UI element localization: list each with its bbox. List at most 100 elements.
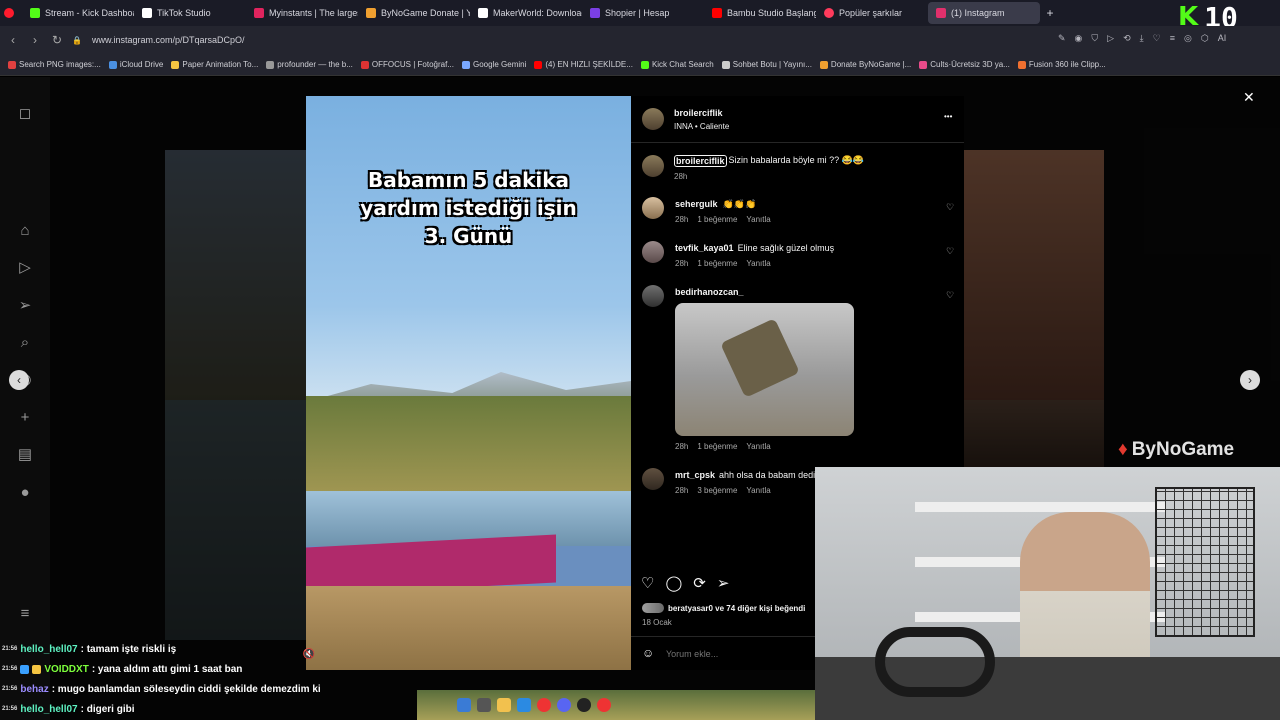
emoji-picker-icon[interactable]: ☺ xyxy=(642,646,654,660)
liked-by-text[interactable]: beratyasar0 ve 74 diğer kişi beğendi xyxy=(668,604,814,613)
commenter-avatar[interactable] xyxy=(642,155,664,177)
windows-start-icon[interactable] xyxy=(457,698,471,712)
forward-arrow-icon[interactable]: › xyxy=(24,33,46,47)
obs-icon[interactable] xyxy=(577,698,591,712)
opera-logo-icon[interactable] xyxy=(0,2,22,24)
more-menu-icon[interactable]: ≡ xyxy=(16,605,34,623)
opera-icon[interactable] xyxy=(537,698,551,712)
bookmark-item[interactable]: Paper Animation To... xyxy=(171,60,258,69)
direct-messages-icon[interactable]: ➢ xyxy=(16,297,34,315)
webcam-headphones xyxy=(875,627,995,697)
download-icon[interactable]: ⤓ xyxy=(1140,33,1144,44)
commenter-avatar[interactable] xyxy=(642,468,664,490)
back-arrow-icon[interactable]: ‹ xyxy=(2,33,24,47)
repost-icon[interactable]: ⟳ xyxy=(693,574,706,592)
create-icon[interactable]: + xyxy=(16,409,34,427)
bookmark-item[interactable]: profounder — the b... xyxy=(266,60,353,69)
play-icon[interactable]: ▷ xyxy=(1107,33,1114,44)
menu-icon[interactable]: ≡ xyxy=(1170,33,1175,44)
comment-username[interactable]: broilerciflik xyxy=(674,155,727,167)
author-username[interactable]: broilerciflik xyxy=(674,108,723,118)
like-comment-heart-icon[interactable]: ♡ xyxy=(946,246,954,257)
discord-icon[interactable] xyxy=(557,698,571,712)
edit-icon[interactable]: ✎ xyxy=(1058,33,1066,44)
bookmark-item[interactable]: Donate ByNoGame |... xyxy=(819,60,911,69)
bookmark-item[interactable]: Google Gemini xyxy=(462,60,526,69)
comment-likes[interactable]: 1 beğenme xyxy=(697,442,737,451)
camera-icon[interactable]: ◉ xyxy=(1075,33,1083,44)
post-video[interactable]: Babamın 5 dakika yardım istediği işin 3.… xyxy=(306,96,631,670)
notification-icon[interactable] xyxy=(597,698,611,712)
dashboard-icon[interactable]: ▤ xyxy=(16,446,34,464)
bookmark-item[interactable]: Cults·Ücretsiz 3D ya... xyxy=(919,60,1010,69)
commenter-avatar[interactable] xyxy=(642,285,664,307)
reply-button[interactable]: Yanıtla xyxy=(746,442,770,451)
tab-myinstants[interactable]: Myinstants | The largest in xyxy=(246,2,358,24)
like-comment-heart-icon[interactable]: ♡ xyxy=(946,290,954,301)
commenter-avatar[interactable] xyxy=(642,241,664,263)
tab-populer-sarkilar[interactable]: Popüler şarkılar xyxy=(816,2,928,24)
comment-bubble-icon[interactable]: ◯ xyxy=(665,574,682,592)
like-heart-icon[interactable]: ♡ xyxy=(641,574,654,592)
comment-gif-image[interactable] xyxy=(675,303,854,436)
comment-username[interactable]: bedirhanozcan_ xyxy=(675,287,744,297)
music-icon xyxy=(824,8,834,18)
instagram-logo-icon[interactable]: ◻ xyxy=(16,105,34,123)
reply-button[interactable]: Yanıtla xyxy=(746,259,770,268)
chat-username: hello_hell07 xyxy=(20,643,78,655)
previous-post-arrow-icon[interactable]: ‹ xyxy=(9,370,29,390)
url-text: www.instagram.com/p/DTqarsaDCpO/ xyxy=(91,35,245,45)
new-tab-button[interactable]: + xyxy=(1040,2,1060,24)
next-post-arrow-icon[interactable]: › xyxy=(1240,370,1260,390)
extensions-icon[interactable]: ⬡ xyxy=(1201,33,1209,44)
bookmark-item[interactable]: iCloud Drive xyxy=(108,60,163,69)
comment-likes[interactable]: 3 beğenme xyxy=(697,486,737,495)
search-icon[interactable] xyxy=(477,698,491,712)
folder-icon[interactable] xyxy=(497,698,511,712)
comment-username[interactable]: sehergulk xyxy=(675,199,718,210)
tiktok-icon xyxy=(142,8,152,18)
profile-icon[interactable]: ◎ xyxy=(1184,33,1192,44)
comment-username[interactable]: tevfik_kaya01 xyxy=(675,243,734,253)
close-modal-button[interactable]: ✕ xyxy=(1243,89,1255,106)
bookmark-item[interactable]: Search PNG images:... xyxy=(8,60,101,69)
reels-icon[interactable]: ▷ xyxy=(16,259,34,277)
store-icon[interactable] xyxy=(517,698,531,712)
video-hills xyxy=(306,396,631,506)
tab-bambu-studio[interactable]: Bambu Studio Başlangıç E xyxy=(704,2,816,24)
home-icon[interactable]: ⌂ xyxy=(16,222,34,240)
comment-username[interactable]: mrt_cpsk xyxy=(675,470,715,480)
author-avatar[interactable] xyxy=(642,108,664,130)
like-comment-heart-icon[interactable]: ♡ xyxy=(946,202,954,213)
reply-button[interactable]: Yanıtla xyxy=(746,486,770,495)
bookmark-item[interactable]: Fusion 360 ile Clipp... xyxy=(1017,60,1106,69)
bookmark-item[interactable]: Kick Chat Search xyxy=(640,60,714,69)
tab-tiktok-studio[interactable]: TikTok Studio xyxy=(134,2,246,24)
comment-likes[interactable]: 1 beğenme xyxy=(697,215,737,224)
commenter-avatar[interactable] xyxy=(642,197,664,219)
bookmark-item[interactable]: (4) EN HIZLI ŞEKİLDE... xyxy=(534,60,633,69)
ai-button[interactable]: AI xyxy=(1218,33,1227,44)
tab-bynogame-donate[interactable]: ByNoGame Donate | Yayın xyxy=(358,2,470,24)
tab-kick-dashboard[interactable]: Stream - Kick Dashboard xyxy=(22,2,134,24)
tab-makerworld[interactable]: MakerWorld: Download F xyxy=(470,2,582,24)
reload-icon[interactable]: ↻ xyxy=(46,33,68,47)
gif-tractor xyxy=(720,318,800,398)
search-icon[interactable]: ⌕ xyxy=(16,334,34,352)
more-options-icon[interactable]: ••• xyxy=(944,112,952,121)
share-icon[interactable]: ➢ xyxy=(717,574,730,592)
tab-instagram[interactable]: (1) Instagram xyxy=(928,2,1040,24)
comment-likes[interactable]: 1 beğenme xyxy=(697,259,737,268)
tab-shopier[interactable]: Shopier | Hesap xyxy=(582,2,704,24)
comment-input[interactable] xyxy=(666,646,811,662)
bookmark-item[interactable]: OFFOCUS | Fotoğraf... xyxy=(360,60,454,69)
bookmark-item[interactable]: Sohbet Botu | Yayını... xyxy=(721,60,812,69)
profile-avatar-icon[interactable]: ● xyxy=(16,484,34,502)
shield-icon[interactable]: ⛉ xyxy=(1091,33,1098,44)
chat-message: 21:56 hello_hell07 : tamam işte riskli i… xyxy=(2,643,177,655)
audio-label[interactable]: INNA • Caliente xyxy=(674,122,729,131)
reply-button[interactable]: Yanıtla xyxy=(746,215,770,224)
heart-icon[interactable]: ♡ xyxy=(1153,33,1161,44)
history-icon[interactable]: ⟲ xyxy=(1123,33,1131,44)
address-bar[interactable]: 🔒 www.instagram.com/p/DTqarsaDCpO/ xyxy=(72,31,1052,49)
